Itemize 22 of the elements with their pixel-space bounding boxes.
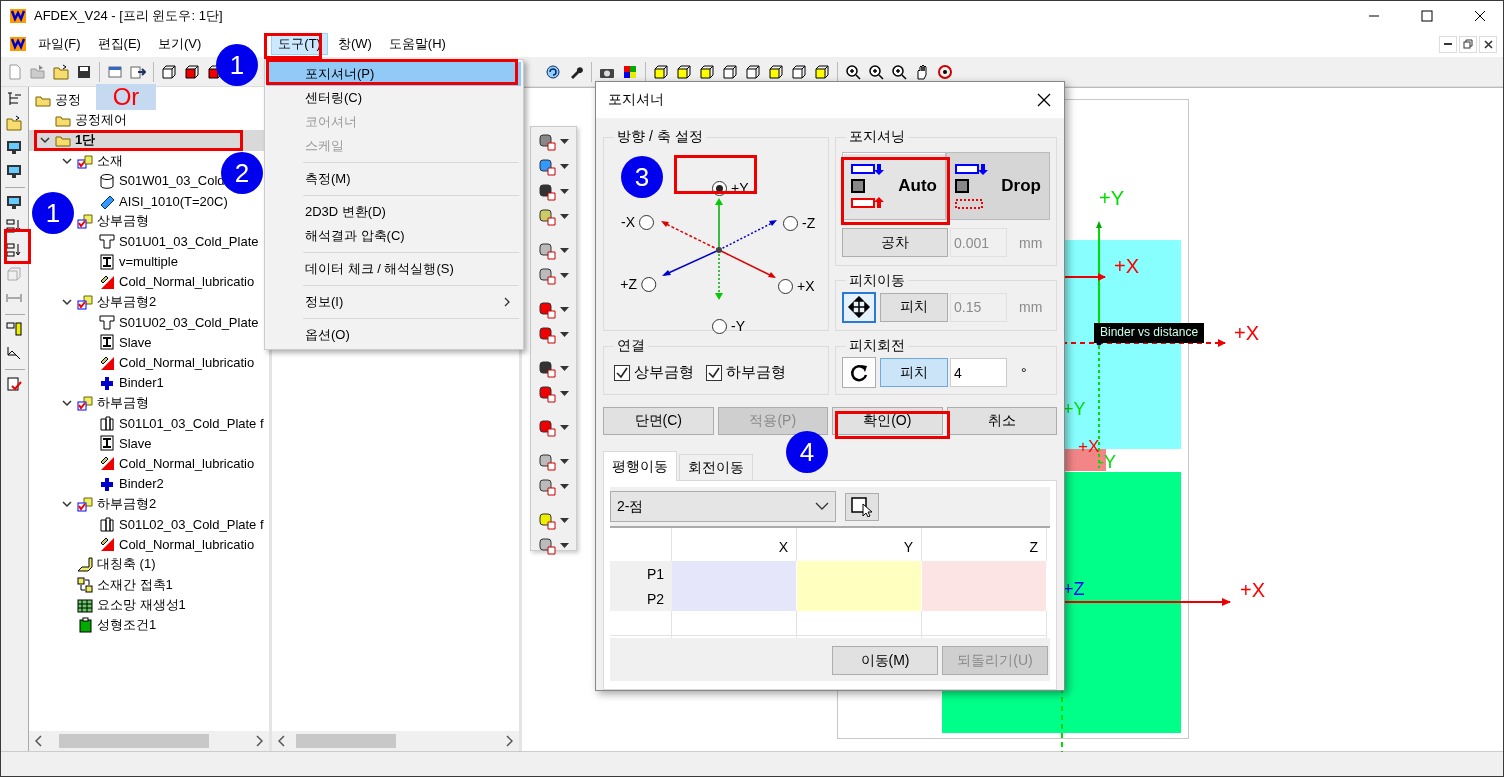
axis-label: +X	[1234, 323, 1260, 343]
unit-label: mm	[1019, 299, 1043, 315]
group-title: 피치이동	[848, 271, 906, 290]
group-title: 연결	[616, 337, 646, 355]
axis-label: +X	[1078, 438, 1100, 455]
axis-label: +Z	[1063, 580, 1085, 598]
axis-label: -Y	[1098, 453, 1116, 471]
tooltip: Binder vs distance	[1094, 323, 1205, 343]
unit-label: mm	[1019, 234, 1043, 251]
row-header: P1	[610, 561, 672, 586]
group-title: 방향 / 축 설정	[616, 128, 704, 146]
axis-label: +X	[1240, 580, 1266, 600]
group-title: 포지셔닝	[848, 128, 906, 146]
unit-label: °	[1021, 364, 1027, 381]
or-label: Or	[96, 84, 156, 110]
dialog-title: 포지셔너	[608, 91, 665, 109]
axis-label: +Y	[1063, 400, 1086, 418]
window-title: AFDEX_V24 - [프리 윈도우: 1단]	[34, 7, 223, 25]
axis-label: +Y	[1099, 188, 1125, 208]
group-title: 피치회전	[848, 337, 906, 355]
axis-label: +X	[1114, 256, 1140, 276]
row-header: P2	[610, 586, 672, 611]
